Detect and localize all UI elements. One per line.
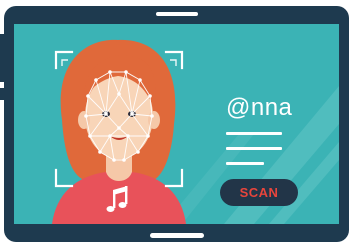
home-bar[interactable]: [150, 233, 204, 238]
scan-button[interactable]: SCAN: [220, 179, 298, 206]
info-line-2: [226, 147, 282, 150]
info-line-1: [226, 132, 282, 135]
speaker-slot: [156, 12, 198, 16]
tablet-device: @nna: [4, 6, 349, 242]
username-label: @nna: [226, 94, 293, 121]
info-line-3: [226, 162, 264, 165]
